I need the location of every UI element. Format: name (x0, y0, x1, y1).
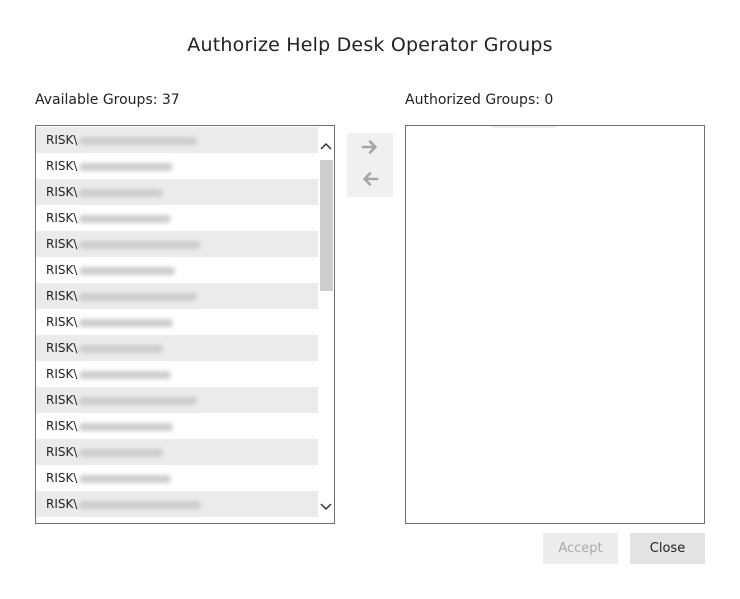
redacted-group-name (79, 292, 198, 301)
list-item[interactable]: RISK\ (36, 309, 318, 335)
list-item[interactable]: RISK\ (36, 439, 318, 465)
chevron-down-icon[interactable] (318, 499, 334, 517)
redacted-group-name (79, 500, 202, 509)
list-item[interactable]: RISK\ (36, 387, 318, 413)
redacted-group-name (79, 214, 172, 223)
redacted-group-name (79, 318, 174, 327)
redacted-group-name (79, 422, 174, 431)
scroll-thumb[interactable] (320, 160, 333, 291)
group-domain-prefix: RISK\ (46, 289, 78, 303)
list-item[interactable]: RISK\ (36, 257, 318, 283)
available-groups-rows: RISK\ RISK\ RISK\ RISK\ RISK\ RISK\ RISK\ RISK\… (36, 127, 318, 517)
list-item[interactable]: RISK\ (36, 231, 318, 257)
group-domain-prefix: RISK\ (46, 185, 78, 199)
group-domain-prefix: RISK\ (46, 393, 78, 407)
redacted-group-name (79, 240, 202, 249)
redacted-group-name (79, 266, 176, 275)
group-domain-prefix: RISK\ (46, 159, 78, 173)
authorized-groups-label: Authorized Groups: 0 (405, 92, 554, 108)
available-groups-list[interactable]: RISK\ RISK\ RISK\ RISK\ RISK\ RISK\ RISK\ RISK\… (35, 125, 335, 524)
redacted-group-name (79, 370, 172, 379)
list-item[interactable]: RISK\ (36, 491, 318, 517)
group-domain-prefix: RISK\ (46, 367, 78, 381)
redacted-group-name (79, 344, 164, 353)
redacted-group-name (79, 188, 164, 197)
group-domain-prefix: RISK\ (46, 263, 78, 277)
arrow-right-icon (361, 138, 379, 160)
group-domain-prefix: RISK\ (46, 211, 78, 225)
dialog-title: Authorize Help Desk Operator Groups (187, 34, 553, 56)
list-item[interactable]: RISK\ (36, 413, 318, 439)
list-drop-indicator (492, 126, 556, 128)
close-button[interactable]: Close (630, 533, 705, 564)
available-groups-label: Available Groups: 37 (35, 92, 180, 108)
list-item[interactable]: RISK\ (36, 205, 318, 231)
redacted-group-name (79, 396, 198, 405)
arrow-left-icon (361, 170, 379, 192)
move-buttons (347, 133, 393, 197)
list-item[interactable]: RISK\ (36, 127, 318, 153)
group-domain-prefix: RISK\ (46, 497, 78, 511)
move-right-button[interactable] (347, 133, 393, 165)
list-item[interactable]: RISK\ (36, 361, 318, 387)
list-item[interactable]: RISK\ (36, 283, 318, 309)
vertical-scrollbar[interactable] (318, 126, 334, 523)
redacted-group-name (79, 474, 172, 483)
list-item[interactable]: RISK\ (36, 465, 318, 491)
list-item[interactable]: RISK\ (36, 335, 318, 361)
accept-button[interactable]: Accept (543, 533, 618, 564)
redacted-group-name (79, 448, 164, 457)
group-domain-prefix: RISK\ (46, 471, 78, 485)
group-domain-prefix: RISK\ (46, 133, 78, 147)
group-domain-prefix: RISK\ (46, 419, 78, 433)
authorized-groups-list[interactable] (405, 125, 705, 524)
group-domain-prefix: RISK\ (46, 315, 78, 329)
chevron-up-icon[interactable] (318, 138, 334, 156)
list-item[interactable]: RISK\ (36, 153, 318, 179)
move-left-button[interactable] (347, 165, 393, 197)
redacted-group-name (79, 162, 174, 171)
group-domain-prefix: RISK\ (46, 237, 78, 251)
group-domain-prefix: RISK\ (46, 341, 78, 355)
redacted-group-name (79, 136, 198, 145)
group-domain-prefix: RISK\ (46, 445, 78, 459)
list-item[interactable]: RISK\ (36, 179, 318, 205)
